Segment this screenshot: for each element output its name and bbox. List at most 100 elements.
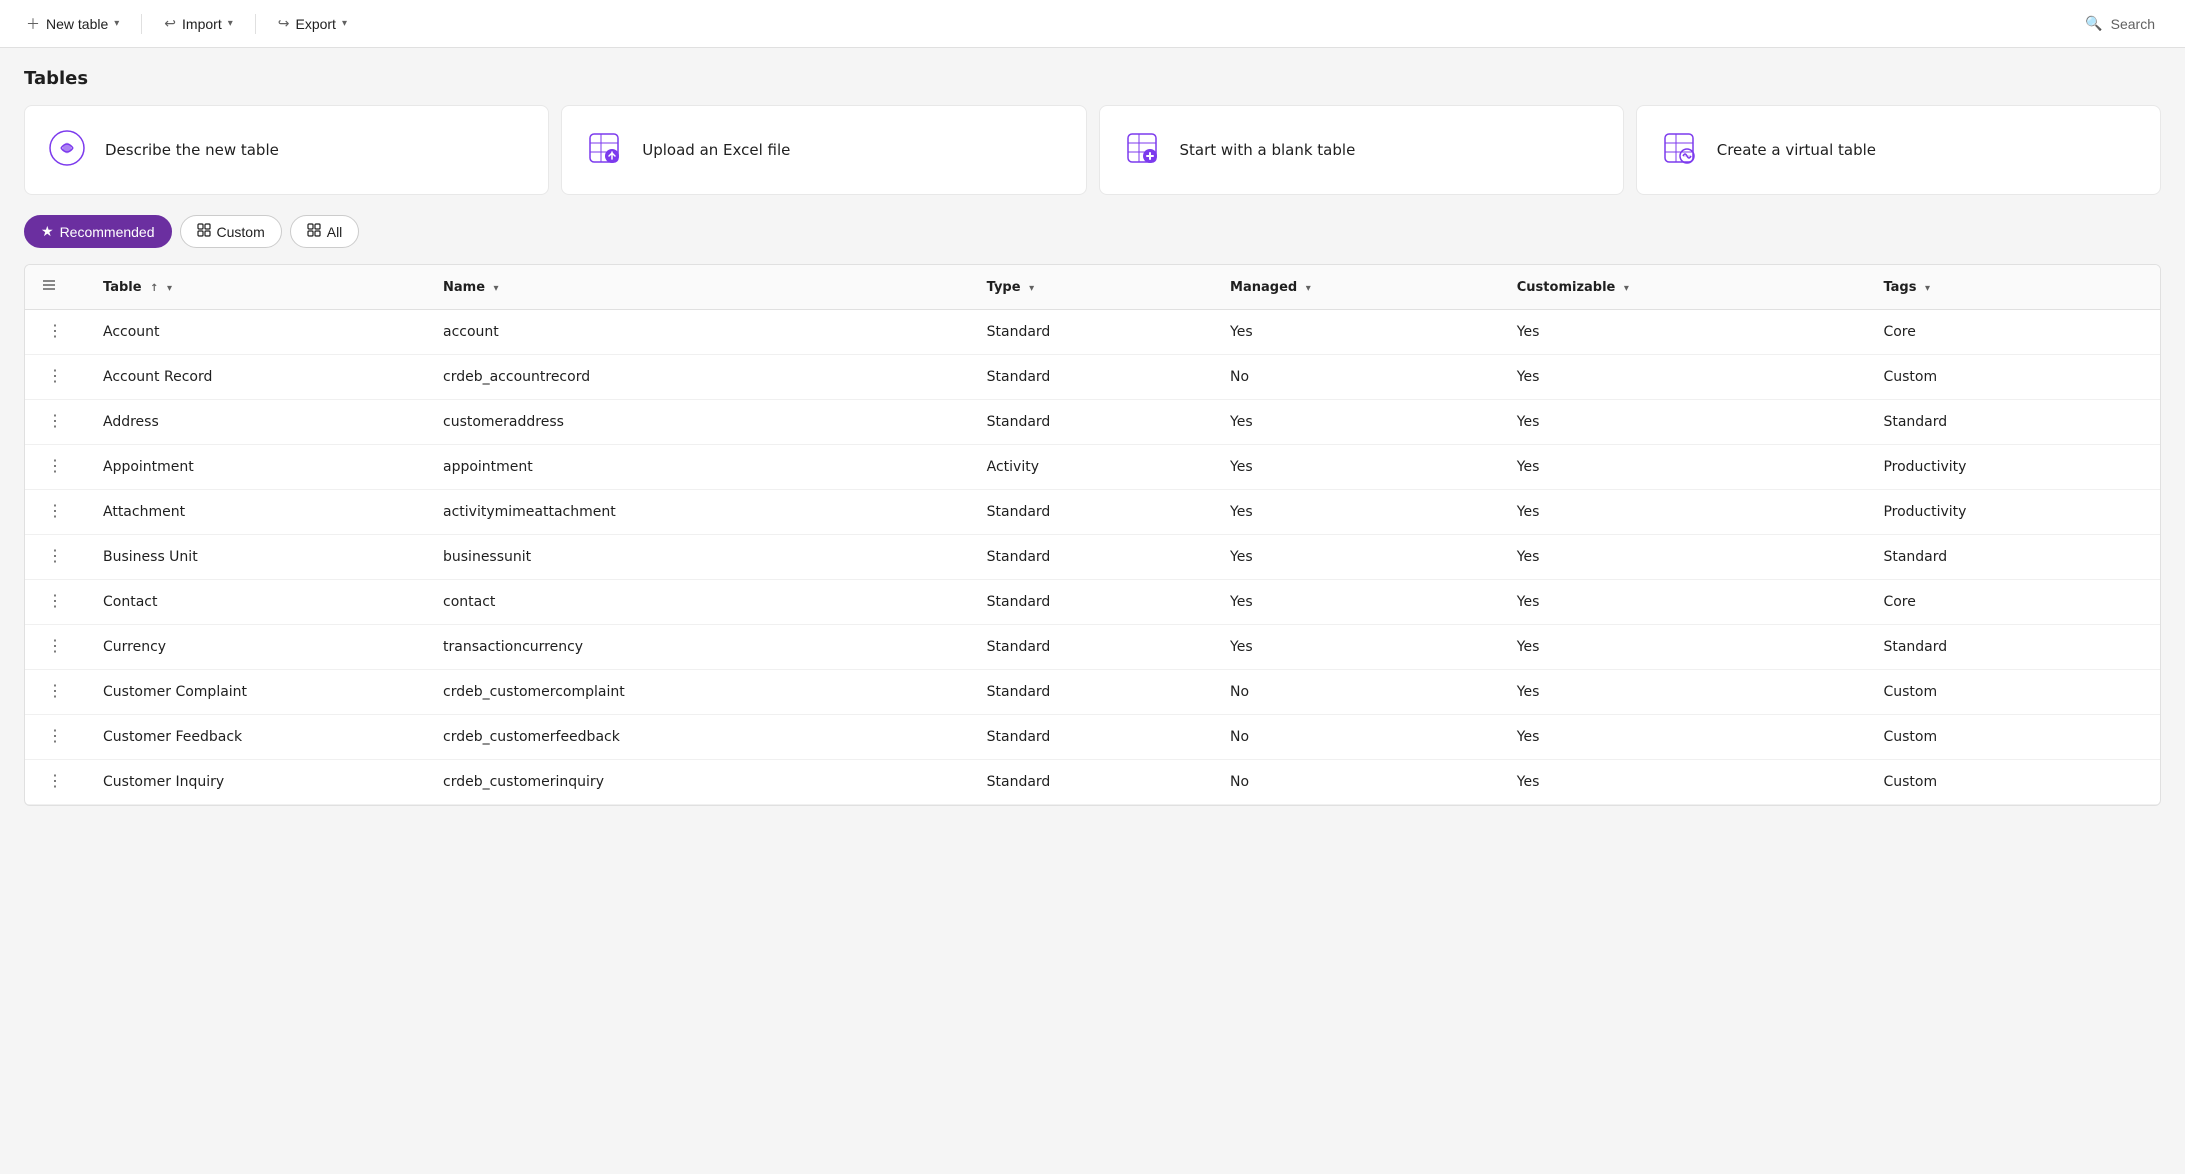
- sort-up-icon: ↑: [150, 283, 158, 294]
- export-chevron: ▾: [342, 18, 347, 29]
- row-tags-cell: Core: [1867, 580, 2160, 625]
- th-type-label: Type: [987, 280, 1021, 295]
- th-managed[interactable]: Managed ▾: [1214, 265, 1501, 310]
- row-managed-cell: Yes: [1214, 535, 1501, 580]
- custom-grid-icon: [197, 223, 211, 240]
- row-menu-button[interactable]: ⋮: [41, 502, 71, 522]
- th-managed-label: Managed: [1230, 280, 1297, 295]
- filter-row: ★ Recommended Custom: [24, 215, 2161, 248]
- th-customizable[interactable]: Customizable ▾: [1501, 265, 1868, 310]
- search-button[interactable]: 🔍 Search: [2071, 9, 2169, 38]
- export-label: Export: [295, 16, 335, 32]
- row-tags-cell: Standard: [1867, 625, 2160, 670]
- search-icon: 🔍: [2085, 15, 2102, 32]
- table-row[interactable]: ⋮ Appointment appointment Activity Yes Y…: [25, 445, 2160, 490]
- table-row[interactable]: ⋮ Account account Standard Yes Yes Core: [25, 310, 2160, 355]
- name-sort-icon: ▾: [494, 283, 499, 294]
- th-table-label: Table: [103, 280, 142, 295]
- upload-excel-label: Upload an Excel file: [642, 141, 790, 159]
- blank-table-card[interactable]: Start with a blank table: [1099, 105, 1624, 195]
- row-managed-cell: No: [1214, 670, 1501, 715]
- table-row[interactable]: ⋮ Attachment activitymimeattachment Stan…: [25, 490, 2160, 535]
- row-name-cell: transactioncurrency: [427, 625, 971, 670]
- th-type[interactable]: Type ▾: [971, 265, 1214, 310]
- import-icon: ↩: [164, 15, 176, 32]
- row-customizable-cell: Yes: [1501, 715, 1868, 760]
- row-customizable-cell: Yes: [1501, 310, 1868, 355]
- row-customizable-cell: Yes: [1501, 400, 1868, 445]
- table-row[interactable]: ⋮ Contact contact Standard Yes Yes Core: [25, 580, 2160, 625]
- row-tags-cell: Standard: [1867, 400, 2160, 445]
- row-type-cell: Standard: [971, 580, 1214, 625]
- row-menu-button[interactable]: ⋮: [41, 682, 71, 702]
- row-menu-button[interactable]: ⋮: [41, 547, 71, 567]
- star-icon: ★: [41, 223, 54, 240]
- row-customizable-cell: Yes: [1501, 760, 1868, 805]
- describe-table-card[interactable]: Describe the new table: [24, 105, 549, 195]
- th-tags[interactable]: Tags ▾: [1867, 265, 2160, 310]
- row-table-cell: Contact: [87, 580, 427, 625]
- upload-excel-card[interactable]: Upload an Excel file: [561, 105, 1086, 195]
- row-menu-button[interactable]: ⋮: [41, 457, 71, 477]
- row-name-cell: crdeb_customercomplaint: [427, 670, 971, 715]
- row-customizable-cell: Yes: [1501, 445, 1868, 490]
- row-menu-cell: ⋮: [25, 310, 87, 355]
- virtual-table-card[interactable]: Create a virtual table: [1636, 105, 2161, 195]
- excel-icon: [586, 130, 626, 170]
- row-managed-cell: No: [1214, 355, 1501, 400]
- row-managed-cell: Yes: [1214, 490, 1501, 535]
- row-customizable-cell: Yes: [1501, 625, 1868, 670]
- virtual-table-label: Create a virtual table: [1717, 141, 1876, 159]
- row-type-cell: Standard: [971, 670, 1214, 715]
- filter-recommended-label: Recommended: [60, 224, 155, 240]
- row-menu-cell: ⋮: [25, 445, 87, 490]
- row-name-cell: account: [427, 310, 971, 355]
- row-table-cell: Customer Feedback: [87, 715, 427, 760]
- row-tags-cell: Custom: [1867, 355, 2160, 400]
- new-table-label: New table: [46, 16, 108, 32]
- table-row[interactable]: ⋮ Address customeraddress Standard Yes Y…: [25, 400, 2160, 445]
- row-table-cell: Business Unit: [87, 535, 427, 580]
- row-name-cell: crdeb_customerinquiry: [427, 760, 971, 805]
- row-menu-button[interactable]: ⋮: [41, 592, 71, 612]
- table-row[interactable]: ⋮ Currency transactioncurrency Standard …: [25, 625, 2160, 670]
- export-icon: ↪: [278, 15, 290, 32]
- row-menu-button[interactable]: ⋮: [41, 727, 71, 747]
- table-row[interactable]: ⋮ Business Unit businessunit Standard Ye…: [25, 535, 2160, 580]
- row-tags-cell: Productivity: [1867, 490, 2160, 535]
- table-row[interactable]: ⋮ Customer Feedback crdeb_customerfeedba…: [25, 715, 2160, 760]
- row-menu-button[interactable]: ⋮: [41, 367, 71, 387]
- row-type-cell: Activity: [971, 445, 1214, 490]
- row-managed-cell: Yes: [1214, 580, 1501, 625]
- plus-icon: ＋: [26, 14, 40, 34]
- row-menu-cell: ⋮: [25, 715, 87, 760]
- tags-sort-icon: ▾: [1925, 283, 1930, 294]
- row-tags-cell: Standard: [1867, 535, 2160, 580]
- row-menu-button[interactable]: ⋮: [41, 772, 71, 792]
- export-button[interactable]: ↪ Export ▾: [268, 9, 357, 38]
- row-name-cell: contact: [427, 580, 971, 625]
- table-row[interactable]: ⋮ Customer Inquiry crdeb_customerinquiry…: [25, 760, 2160, 805]
- row-menu-button[interactable]: ⋮: [41, 637, 71, 657]
- cards-row: Describe the new table Upload an Excel f…: [24, 105, 2161, 195]
- row-type-cell: Standard: [971, 625, 1214, 670]
- import-button[interactable]: ↩ Import ▾: [154, 9, 242, 38]
- table-row[interactable]: ⋮ Customer Complaint crdeb_customercompl…: [25, 670, 2160, 715]
- row-menu-button[interactable]: ⋮: [41, 412, 71, 432]
- th-table[interactable]: Table ↑ ▾: [87, 265, 427, 310]
- filter-custom[interactable]: Custom: [180, 215, 282, 248]
- row-menu-button[interactable]: ⋮: [41, 322, 71, 342]
- th-name[interactable]: Name ▾: [427, 265, 971, 310]
- row-menu-cell: ⋮: [25, 355, 87, 400]
- new-table-button[interactable]: ＋ New table ▾: [16, 8, 129, 40]
- table-row[interactable]: ⋮ Account Record crdeb_accountrecord Sta…: [25, 355, 2160, 400]
- th-tags-label: Tags: [1883, 280, 1916, 295]
- customizable-sort-icon: ▾: [1624, 283, 1629, 294]
- filter-all[interactable]: All: [290, 215, 360, 248]
- row-table-cell: Address: [87, 400, 427, 445]
- filter-recommended[interactable]: ★ Recommended: [24, 215, 172, 248]
- row-table-cell: Customer Inquiry: [87, 760, 427, 805]
- row-table-cell: Account: [87, 310, 427, 355]
- row-menu-cell: ⋮: [25, 490, 87, 535]
- row-name-cell: crdeb_customerfeedback: [427, 715, 971, 760]
